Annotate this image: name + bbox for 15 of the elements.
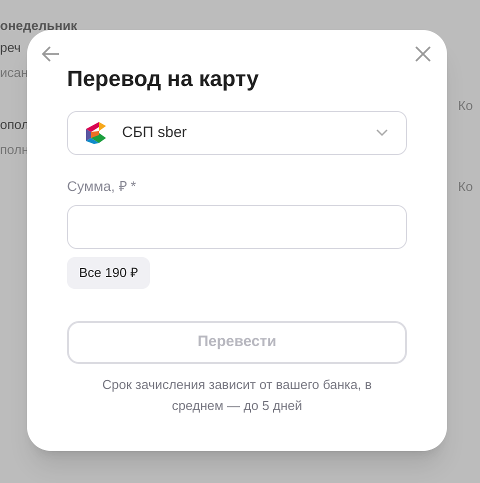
payment-method-select[interactable]: СБП sber xyxy=(67,111,407,155)
background-text: Ко xyxy=(458,97,474,115)
amount-field[interactable] xyxy=(67,205,407,249)
quick-amount-chip[interactable]: Все 190 ₽ xyxy=(67,257,150,289)
payment-system-logo-icon xyxy=(86,122,106,144)
background-text: онедельник xyxy=(0,18,78,33)
close-icon[interactable] xyxy=(413,44,433,64)
field-label: Сумма, ₽ * xyxy=(67,177,138,195)
chevron-down-icon xyxy=(376,129,388,137)
transfer-note: Срок зачисления зависит от вашего банка, в среднем — до 5 дней xyxy=(101,376,373,415)
back-arrow-icon[interactable] xyxy=(41,44,61,64)
background-text: реч xyxy=(0,40,21,55)
dialog-title: Перевод на карту xyxy=(67,65,260,93)
background-text: исан xyxy=(0,65,28,80)
background-text: Ко xyxy=(458,178,474,196)
